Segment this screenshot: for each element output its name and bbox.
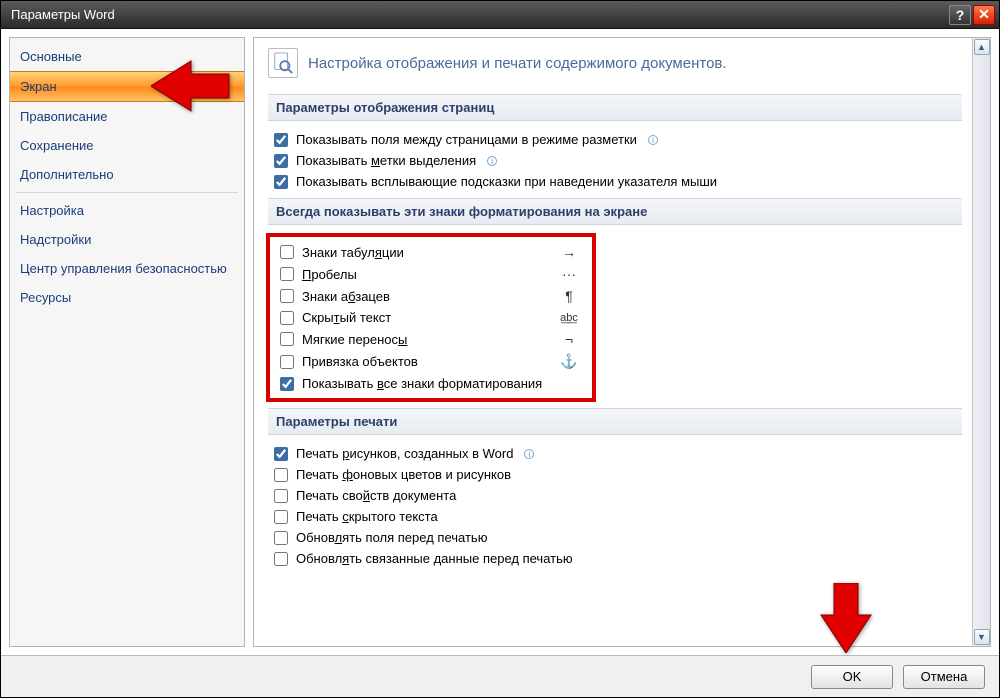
sidebar-item-save[interactable]: Сохранение — [10, 131, 244, 160]
opt-label: Привязка объектов — [302, 354, 418, 369]
opt-label: Знаки табуляции — [302, 245, 404, 260]
opt-show-space-between-pages[interactable]: Показывать поля между страницами в режим… — [268, 129, 962, 150]
info-icon[interactable]: i — [648, 135, 658, 145]
settings-content: Настройка отображения и печати содержимо… — [254, 38, 972, 646]
sidebar-separator — [16, 192, 238, 193]
info-icon[interactable]: i — [487, 156, 497, 166]
chk-update-fields[interactable] — [274, 531, 288, 545]
opt-label: Мягкие переносы — [302, 332, 407, 347]
opt-label: Скрытый текст — [302, 310, 391, 325]
chk-object-anchors[interactable] — [280, 355, 294, 369]
pilcrow-symbol: ¶ — [556, 288, 582, 304]
ok-button[interactable]: OK — [811, 665, 893, 689]
opt-label: Обновлять поля перед печатью — [296, 530, 487, 545]
opt-update-linked-data[interactable]: Обновлять связанные данные перед печатью — [268, 548, 962, 569]
anchor-symbol: ⚓ — [556, 353, 582, 370]
window-controls: ? ✕ — [949, 5, 995, 25]
opt-paragraph-marks[interactable]: Знаки абзацев ¶ — [274, 285, 588, 307]
opt-label: Печать скрытого текста — [296, 509, 438, 524]
magnifier-page-icon — [268, 48, 298, 78]
tab-symbol: → — [556, 244, 582, 260]
help-button[interactable]: ? — [949, 5, 971, 25]
opt-hidden-text[interactable]: Скрытый текст a͟b͟c — [274, 307, 588, 328]
opt-label: Знаки абзацев — [302, 289, 390, 304]
hidden-text-symbol: a͟b͟c — [556, 312, 582, 324]
scroll-up-button[interactable]: ▲ — [974, 39, 990, 55]
chk-tab-characters[interactable] — [280, 245, 294, 259]
opt-print-hidden-text[interactable]: Печать скрытого текста — [268, 506, 962, 527]
opt-label: Показывать метки выделения — [296, 153, 476, 168]
annotation-arrow-down — [816, 583, 876, 658]
dialog-body: Основные Экран Правописание Сохранение Д… — [1, 29, 999, 655]
highlight-red-box: Знаки табуляции → Пробелы ··· Знаки абза… — [266, 233, 596, 402]
chk-paragraph-marks[interactable] — [280, 289, 294, 303]
section-printing: Параметры печати — [268, 408, 962, 435]
chk-show-all-formatting[interactable] — [280, 377, 294, 391]
panel-heading-row: Настройка отображения и печати содержимо… — [268, 42, 962, 88]
opt-print-drawings[interactable]: Печать рисунков, созданных в Word i — [268, 443, 962, 464]
opt-print-background[interactable]: Печать фоновых цветов и рисунков — [268, 464, 962, 485]
sidebar-item-customize[interactable]: Настройка — [10, 196, 244, 225]
opt-show-tooltips[interactable]: Показывать всплывающие подсказки при нав… — [268, 171, 962, 192]
window-title: Параметры Word — [11, 7, 115, 22]
opt-show-all-formatting[interactable]: Показывать все знаки форматирования — [274, 373, 588, 394]
vertical-scrollbar[interactable]: ▲ ▼ — [972, 38, 990, 646]
opt-object-anchors[interactable]: Привязка объектов ⚓ — [274, 350, 588, 373]
chk-hidden-text[interactable] — [280, 311, 294, 325]
chk-show-tooltips[interactable] — [274, 175, 288, 189]
category-sidebar: Основные Экран Правописание Сохранение Д… — [9, 37, 245, 647]
sidebar-item-addins[interactable]: Надстройки — [10, 225, 244, 254]
chk-print-drawings[interactable] — [274, 447, 288, 461]
chk-print-background[interactable] — [274, 468, 288, 482]
chk-print-hidden-text[interactable] — [274, 510, 288, 524]
opt-label: Показывать все знаки форматирования — [302, 376, 542, 391]
dialog-footer: OK Отмена — [1, 655, 999, 697]
opt-label: Печать свойств документа — [296, 488, 456, 503]
options-dialog: Параметры Word ? ✕ Основные Экран Правоп… — [0, 0, 1000, 698]
title-bar: Параметры Word ? ✕ — [1, 1, 999, 29]
section-page-display: Параметры отображения страниц — [268, 94, 962, 121]
opt-label: Печать фоновых цветов и рисунков — [296, 467, 511, 482]
chk-print-properties[interactable] — [274, 489, 288, 503]
panel-heading: Настройка отображения и печати содержимо… — [308, 55, 727, 72]
opt-spaces[interactable]: Пробелы ··· — [274, 263, 588, 285]
opt-print-properties[interactable]: Печать свойств документа — [268, 485, 962, 506]
annotation-arrow-left — [151, 56, 231, 121]
info-icon[interactable]: i — [524, 449, 534, 459]
cancel-button[interactable]: Отмена — [903, 665, 985, 689]
sidebar-item-advanced[interactable]: Дополнительно — [10, 160, 244, 189]
opt-label: Пробелы — [302, 267, 357, 282]
hyphen-symbol: ¬ — [556, 331, 582, 347]
sidebar-item-resources[interactable]: Ресурсы — [10, 283, 244, 312]
settings-panel: Настройка отображения и печати содержимо… — [253, 37, 991, 647]
opt-show-highlighter-marks[interactable]: Показывать метки выделения i — [268, 150, 962, 171]
opt-label: Обновлять связанные данные перед печатью — [296, 551, 573, 566]
sidebar-item-trust-center[interactable]: Центр управления безопасностью — [10, 254, 244, 283]
opt-label: Показывать поля между страницами в режим… — [296, 132, 637, 147]
chk-spaces[interactable] — [280, 267, 294, 281]
opt-update-fields[interactable]: Обновлять поля перед печатью — [268, 527, 962, 548]
opt-tab-characters[interactable]: Знаки табуляции → — [274, 241, 588, 263]
space-symbol: ··· — [556, 266, 582, 282]
chk-update-linked-data[interactable] — [274, 552, 288, 566]
chk-show-space-between-pages[interactable] — [274, 133, 288, 147]
chk-optional-hyphens[interactable] — [280, 332, 294, 346]
section-formatting-marks: Всегда показывать эти знаки форматирован… — [268, 198, 962, 225]
opt-optional-hyphens[interactable]: Мягкие переносы ¬ — [274, 328, 588, 350]
chk-show-highlighter-marks[interactable] — [274, 154, 288, 168]
scroll-down-button[interactable]: ▼ — [974, 629, 990, 645]
opt-label: Показывать всплывающие подсказки при нав… — [296, 174, 717, 189]
opt-label: Печать рисунков, созданных в Word — [296, 446, 513, 461]
close-button[interactable]: ✕ — [973, 5, 995, 25]
